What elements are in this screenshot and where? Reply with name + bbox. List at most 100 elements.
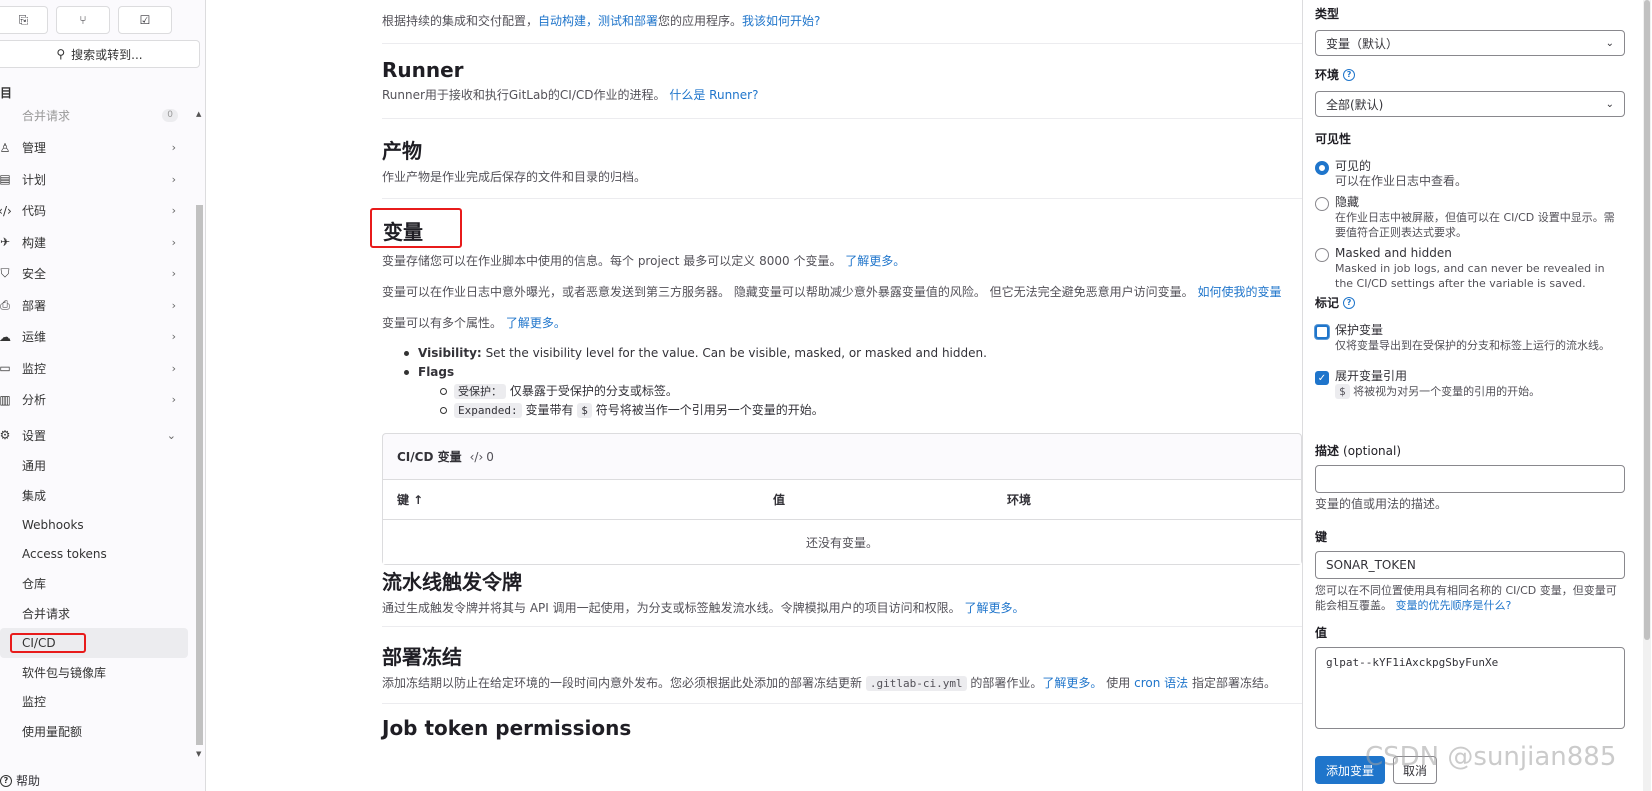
- search-button[interactable]: ⚲ 搜索或转到...: [0, 40, 200, 68]
- gear-icon: ⚙: [0, 428, 11, 443]
- sidebar-item-manage[interactable]: ♙ 管理 ›: [0, 132, 192, 164]
- sidebar-item-analyze[interactable]: ▥ 分析 ›: [0, 384, 192, 416]
- key-field: 键 SONAR_TOKEN 您可以在不同位置使用具有相同名称的 CI/CD 变量…: [1315, 528, 1625, 613]
- variable-precedence-link[interactable]: 变量的优先顺序是什么?: [1396, 599, 1512, 612]
- cicd-variables-card: CI/CD 变量 ‹/› 0 键 ↑ 值 环境 还没有变量。: [382, 433, 1302, 565]
- issues-icon: ⎘: [18, 12, 29, 27]
- learn-more-link[interactable]: 了解更多。: [845, 254, 905, 268]
- chevron-right-icon: ›: [171, 172, 176, 186]
- help-icon[interactable]: ?: [1343, 296, 1356, 309]
- environment-field: 环境? 全部(默认) ⌄: [1315, 66, 1625, 117]
- sidebar-toolbar: ⎘ ⑂ ☑: [0, 0, 178, 34]
- chevron-right-icon: ›: [171, 204, 176, 218]
- scroll-down-icon[interactable]: ▼: [196, 750, 201, 758]
- sidebar-item-merge-requests[interactable]: 合并请求 0: [0, 108, 192, 123]
- sidebar-item-operate[interactable]: ☁ 运维 ›: [0, 321, 192, 353]
- environment-select[interactable]: 全部(默认) ⌄: [1315, 91, 1625, 117]
- chevron-right-icon: ›: [171, 235, 176, 249]
- divider: [382, 118, 1302, 119]
- divider: [382, 626, 1302, 627]
- secure-variables-link[interactable]: 如何使我的变量: [1197, 285, 1281, 299]
- intro-text: 根据持续的集成和交付配置，自动构建，测试和部署您的应用程序。我该如何开始?: [382, 14, 821, 28]
- sidebar-item-monitor[interactable]: ▭ 监控 ›: [0, 353, 192, 385]
- chevron-down-icon: ⌄: [166, 428, 176, 442]
- visibility-visible-radio[interactable]: 可见的 可以在作业日志中查看。: [1315, 159, 1625, 189]
- chevron-right-icon: ›: [171, 298, 176, 312]
- type-select[interactable]: 变量（默认） ⌄: [1315, 30, 1625, 56]
- cloud-icon: ☁: [0, 329, 11, 344]
- protect-variable-checkbox[interactable]: 保护变量 仅将变量导出到在受保护的分支和标签上运行的流水线。: [1315, 323, 1625, 353]
- variable-count: ‹/› 0: [469, 449, 494, 464]
- type-field: 类型 变量（默认） ⌄: [1315, 5, 1625, 56]
- users-icon: ♙: [0, 140, 11, 155]
- sidebar-subitem-repository[interactable]: 仓库: [0, 569, 192, 599]
- get-started-link[interactable]: 我该如何开始?: [742, 14, 820, 28]
- sidebar-subitem-webhooks[interactable]: Webhooks: [0, 510, 192, 540]
- key-input[interactable]: SONAR_TOKEN: [1315, 551, 1625, 579]
- sidebar-subitem-usage-quotas[interactable]: 使用量配额: [0, 717, 192, 747]
- column-key[interactable]: 键 ↑: [397, 491, 423, 508]
- sidebar-item-plan[interactable]: ▤ 计划 ›: [0, 164, 192, 196]
- cron-syntax-link[interactable]: cron 语法: [1134, 676, 1188, 690]
- sidebar-section-title: 项目: [0, 86, 13, 100]
- drawer-scrollbar[interactable]: [1643, 0, 1651, 791]
- visibility-masked-radio[interactable]: 隐藏 在作业日志中被屏蔽，但值可以在 CI/CD 设置中显示。需要值符合正则表达式…: [1315, 195, 1625, 240]
- runner-link[interactable]: 什么是 Runner?: [669, 88, 758, 102]
- section-title[interactable]: 产物: [382, 135, 1302, 164]
- value-textarea[interactable]: glpat--kYF1iAxckpgSbyFunXe: [1315, 647, 1625, 729]
- chevron-right-icon: ›: [171, 361, 176, 375]
- search-icon: ⚲: [56, 47, 66, 61]
- sidebar-subitem-access-tokens[interactable]: Access tokens: [0, 540, 192, 570]
- list-item: Visibility: Set the visibility level for…: [382, 344, 987, 363]
- artifacts-section: 产物 作业产物是作业完成后保存的文件和目录的归档。: [382, 135, 1302, 185]
- learn-more-link[interactable]: 了解更多。: [1042, 676, 1102, 690]
- merge-requests-button[interactable]: ⑂: [56, 6, 110, 34]
- sidebar-scrollbar-thumb[interactable]: [196, 205, 203, 745]
- chart-icon: ▥: [0, 392, 11, 407]
- section-title[interactable]: 变量: [383, 216, 423, 245]
- sidebar-item-code[interactable]: ‹/›代码›: [0, 195, 192, 227]
- chevron-down-icon: ⌄: [1605, 37, 1614, 49]
- visibility-hidden-radio[interactable]: Masked and hidden Masked in job logs, and…: [1315, 246, 1625, 291]
- sidebar-subitem-monitor[interactable]: 监控: [0, 687, 192, 717]
- divider: [382, 43, 1302, 44]
- add-variable-drawer: 类型 变量（默认） ⌄ 环境? 全部(默认) ⌄ 可见性 可见的 可以在作业日志中查看…: [1302, 0, 1652, 791]
- section-title[interactable]: 部署冻结: [382, 641, 1302, 670]
- section-title[interactable]: Job token permissions: [382, 716, 1302, 740]
- drawer-scrollbar-thumb[interactable]: [1644, 0, 1650, 640]
- help-icon[interactable]: ?: [1343, 68, 1356, 81]
- highlight-box: CI/CD: [10, 632, 86, 653]
- value-field: 值 glpat--kYF1iAxckpgSbyFunXe: [1315, 624, 1625, 729]
- sidebar-item-build[interactable]: ✈ 构建 ›: [0, 227, 192, 259]
- expand-variable-checkbox[interactable]: ✓ 展开变量引用 $ 将被视为对另一个变量的引用的开始。: [1315, 369, 1625, 399]
- card-header: CI/CD 变量 ‹/› 0: [383, 434, 1301, 480]
- sidebar-item-settings[interactable]: ⚙ 设置 ⌄: [0, 420, 192, 452]
- calendar-icon: ▤: [0, 172, 11, 187]
- section-title[interactable]: Runner: [382, 58, 1302, 82]
- sidebar-item-security[interactable]: ⛉ 安全 ›: [0, 258, 192, 290]
- sidebar-item-deploy[interactable]: ⎙ 部署 ›: [0, 290, 192, 322]
- variable-attributes-list: Visibility: Set the visibility level for…: [382, 344, 987, 420]
- list-item: 受保护： 仅暴露于受保护的分支或标签。: [382, 382, 987, 401]
- scroll-up-icon[interactable]: ▲: [196, 110, 201, 118]
- section-title[interactable]: 流水线触发令牌: [382, 566, 1302, 595]
- description-input[interactable]: [1315, 465, 1625, 493]
- sidebar-subitem-cicd[interactable]: CI/CD: [0, 628, 188, 658]
- sidebar-subitem-packages[interactable]: 软件包与镜像库: [0, 658, 192, 688]
- learn-more-link[interactable]: 了解更多。: [964, 601, 1024, 615]
- merge-request-icon: ⑂: [79, 13, 87, 27]
- sidebar-subitem-general[interactable]: 通用: [0, 451, 192, 481]
- todos-button[interactable]: ☑: [118, 6, 172, 34]
- sidebar-subitem-merge-requests[interactable]: 合并请求: [0, 599, 192, 629]
- issues-button[interactable]: ⎘: [0, 6, 48, 34]
- learn-more-link[interactable]: 了解更多。: [506, 316, 566, 330]
- triggers-section: 流水线触发令牌 通过生成触发令牌并将其与 API 调用一起使用，为分支或标签触发…: [382, 566, 1302, 616]
- runner-section: Runner Runner用于接收和执行GitLab的CI/CD作业的进程。 什…: [382, 58, 1302, 103]
- todo-icon: ☑: [139, 13, 151, 27]
- empty-state: 还没有变量。: [383, 520, 1301, 564]
- sidebar-subitem-integrations[interactable]: 集成: [0, 481, 192, 511]
- variables-section: 变量存储您可以在作业脚本中使用的信息。每个 project 最多可以定义 800…: [382, 254, 1282, 330]
- auto-devops-link[interactable]: 自动构建，测试和部署: [538, 14, 658, 28]
- help-button[interactable]: ? 帮助: [0, 772, 40, 789]
- column-value: 值: [773, 493, 786, 507]
